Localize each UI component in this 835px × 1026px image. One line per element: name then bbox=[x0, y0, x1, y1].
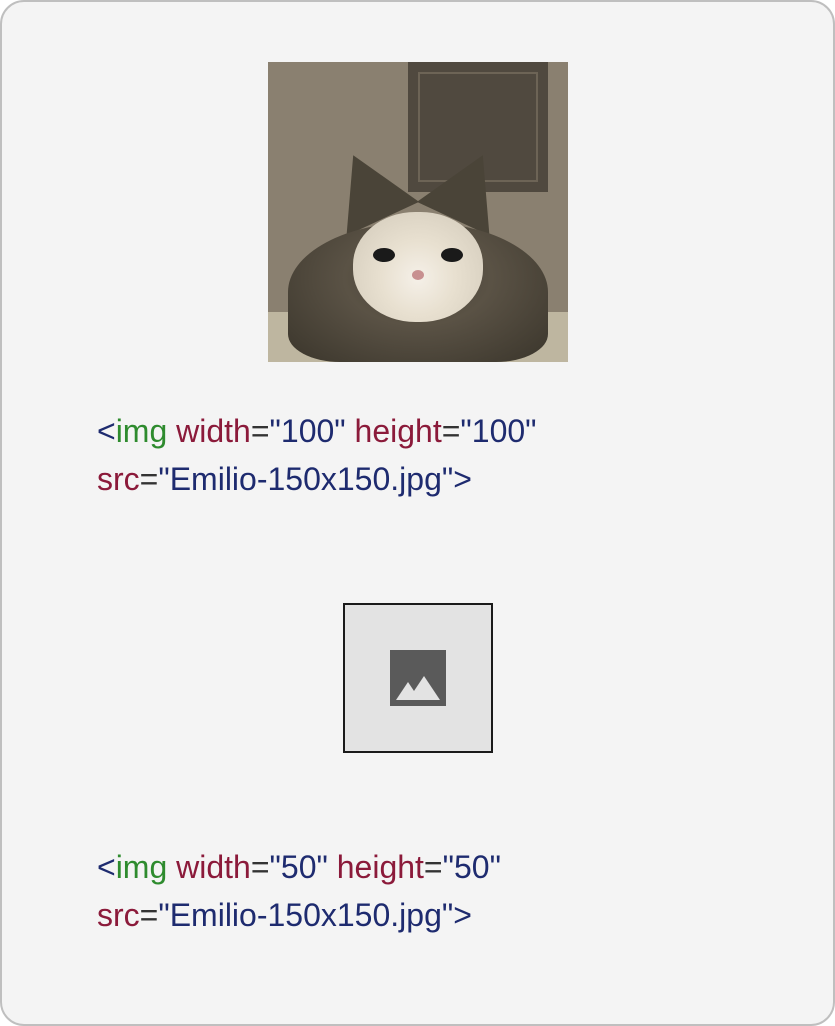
code-eq: = bbox=[140, 461, 159, 497]
code-eq: = bbox=[251, 849, 270, 885]
code-eq: = bbox=[424, 849, 443, 885]
code-attr-name: height bbox=[337, 849, 424, 885]
code-attr-name: width bbox=[176, 413, 251, 449]
cat-photo-image bbox=[268, 62, 568, 362]
document-card: <img width="100" height="100" src="Emili… bbox=[0, 0, 835, 1026]
code-tag: img bbox=[116, 849, 168, 885]
code-tag: img bbox=[116, 413, 168, 449]
code-bracket: > bbox=[453, 461, 472, 497]
code-eq: = bbox=[251, 413, 270, 449]
code-bracket: > bbox=[453, 897, 472, 933]
image-placeholder-icon bbox=[390, 650, 446, 706]
code-snippet-2-line2: src="Emilio-150x150.jpg"> bbox=[82, 891, 753, 939]
example-block-1: <img width="100" height="100" src="Emili… bbox=[82, 62, 753, 503]
code-snippet-1-line2: src="Emilio-150x150.jpg"> bbox=[82, 455, 753, 503]
code-attr-name: height bbox=[355, 413, 442, 449]
code-attr-value: "Emilio-150x150.jpg" bbox=[158, 461, 453, 497]
code-attr-value: "Emilio-150x150.jpg" bbox=[158, 897, 453, 933]
code-attr-value: "100" bbox=[270, 413, 346, 449]
code-bracket: < bbox=[97, 413, 116, 449]
code-snippet-1-line1: <img width="100" height="100" bbox=[82, 407, 753, 455]
code-attr-value: "50" bbox=[443, 849, 501, 885]
code-attr-name: src bbox=[97, 461, 140, 497]
code-eq: = bbox=[140, 897, 159, 933]
example-block-2: <img width="50" height="50" src="Emilio-… bbox=[82, 603, 753, 939]
placeholder-image-box bbox=[343, 603, 493, 753]
code-snippet-2-line1: <img width="50" height="50" bbox=[82, 843, 753, 891]
code-attr-name: src bbox=[97, 897, 140, 933]
code-attr-value: "50" bbox=[270, 849, 328, 885]
code-bracket: < bbox=[97, 849, 116, 885]
code-eq: = bbox=[442, 413, 461, 449]
code-attr-name: width bbox=[176, 849, 251, 885]
code-attr-value: "100" bbox=[460, 413, 536, 449]
